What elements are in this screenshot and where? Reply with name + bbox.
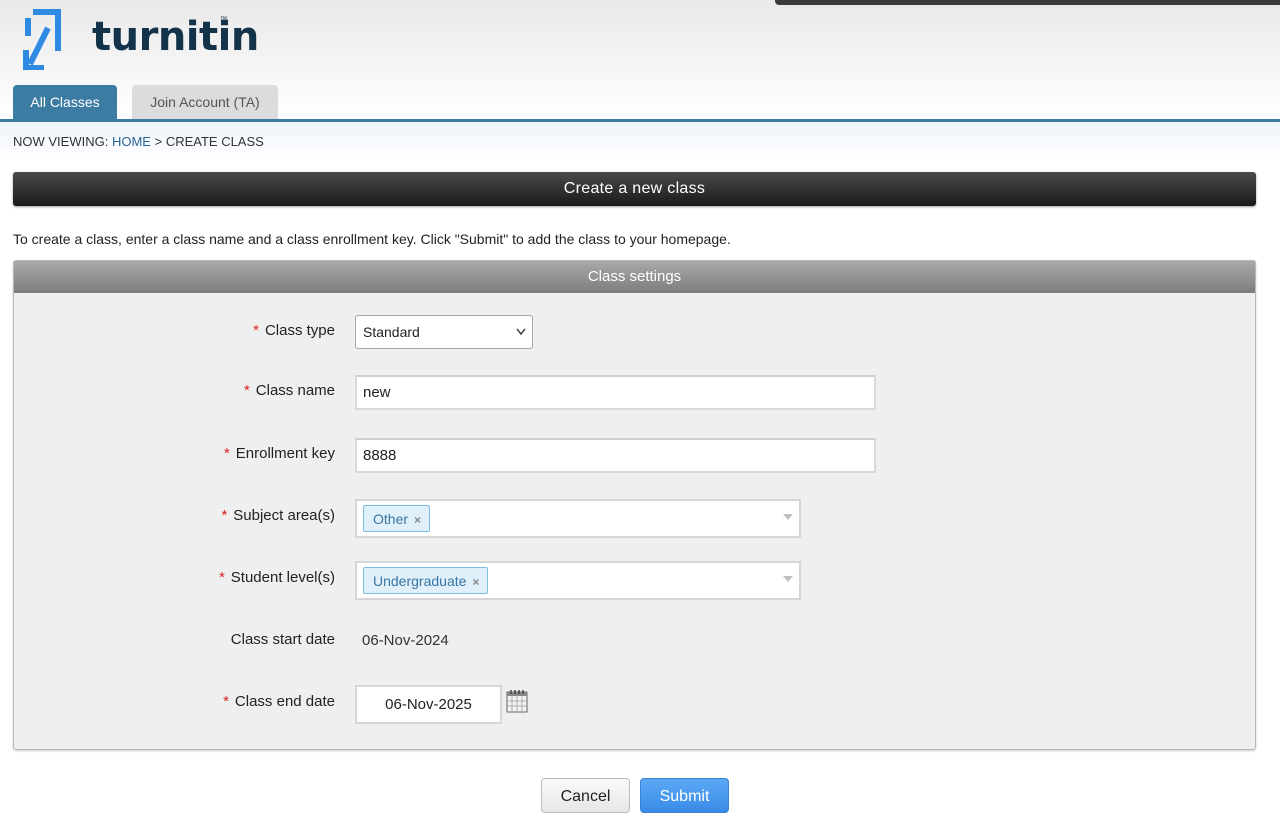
- required-marker: *: [243, 382, 250, 399]
- logo-wordmark: turnitin: [92, 14, 259, 60]
- student-levels-multiselect[interactable]: Undergraduate ×: [355, 561, 801, 600]
- enrollment-key-input[interactable]: 8888: [355, 438, 876, 473]
- subject-chip-other: Other ×: [363, 505, 431, 532]
- breadcrumb-current: CREATE CLASS: [165, 134, 264, 149]
- class-type-select[interactable]: Standard: [355, 315, 533, 349]
- breadcrumb: NOW VIEWING: HOME > CREATE CLASS: [13, 134, 264, 149]
- class-end-date-input[interactable]: 06-Nov-2025: [355, 685, 502, 724]
- remove-chip-icon[interactable]: ×: [414, 513, 421, 527]
- turnitin-logo-icon: [23, 9, 61, 70]
- breadcrumb-separator: >: [154, 134, 163, 149]
- remove-chip-icon[interactable]: ×: [472, 575, 479, 589]
- required-marker: *: [223, 445, 230, 462]
- page-title: Create a new class: [13, 172, 1256, 206]
- top-account-strip[interactable]: [775, 0, 1280, 5]
- turnitin-logo[interactable]: turnitin ™: [22, 6, 262, 70]
- enrollment-key-label: * Enrollment key: [223, 445, 335, 462]
- class-start-date-label: Class start date: [230, 631, 335, 648]
- class-name-label: * Class name: [243, 382, 335, 399]
- dropdown-arrow-icon[interactable]: [783, 514, 793, 520]
- class-name-input[interactable]: new: [355, 375, 876, 410]
- required-marker: *: [253, 322, 259, 339]
- dropdown-arrow-icon[interactable]: [783, 576, 793, 582]
- subject-areas-label: * Subject area(s): [221, 507, 335, 524]
- student-levels-label: * Student level(s): [218, 569, 335, 586]
- class-end-date-label: * Class end date: [223, 693, 335, 710]
- cancel-button[interactable]: Cancel: [541, 778, 630, 813]
- class-settings-panel: Class settings * Class type Standard * Cla…: [13, 260, 1256, 750]
- required-marker: *: [218, 569, 225, 586]
- level-chip-undergraduate: Undergraduate ×: [363, 567, 489, 594]
- calendar-icon[interactable]: [506, 689, 528, 713]
- chevron-down-icon: [516, 316, 526, 361]
- intro-text: To create a class, enter a class name an…: [13, 231, 731, 247]
- class-type-value: Standard: [363, 324, 420, 340]
- submit-button[interactable]: Submit: [640, 778, 729, 813]
- required-marker: *: [223, 693, 229, 710]
- subject-areas-multiselect[interactable]: Other ×: [355, 499, 801, 538]
- tab-all-classes[interactable]: All Classes: [13, 85, 117, 119]
- panel-title: Class settings: [14, 261, 1255, 293]
- breadcrumb-prefix: NOW VIEWING:: [13, 134, 109, 149]
- trademark-mark: ™: [220, 16, 227, 23]
- breadcrumb-home-link[interactable]: HOME: [112, 134, 151, 149]
- required-marker: *: [221, 507, 228, 524]
- class-type-label: * Class type: [253, 322, 335, 339]
- tab-join-account-ta[interactable]: Join Account (TA): [132, 85, 278, 119]
- class-start-date-value: 06-Nov-2024: [362, 632, 449, 649]
